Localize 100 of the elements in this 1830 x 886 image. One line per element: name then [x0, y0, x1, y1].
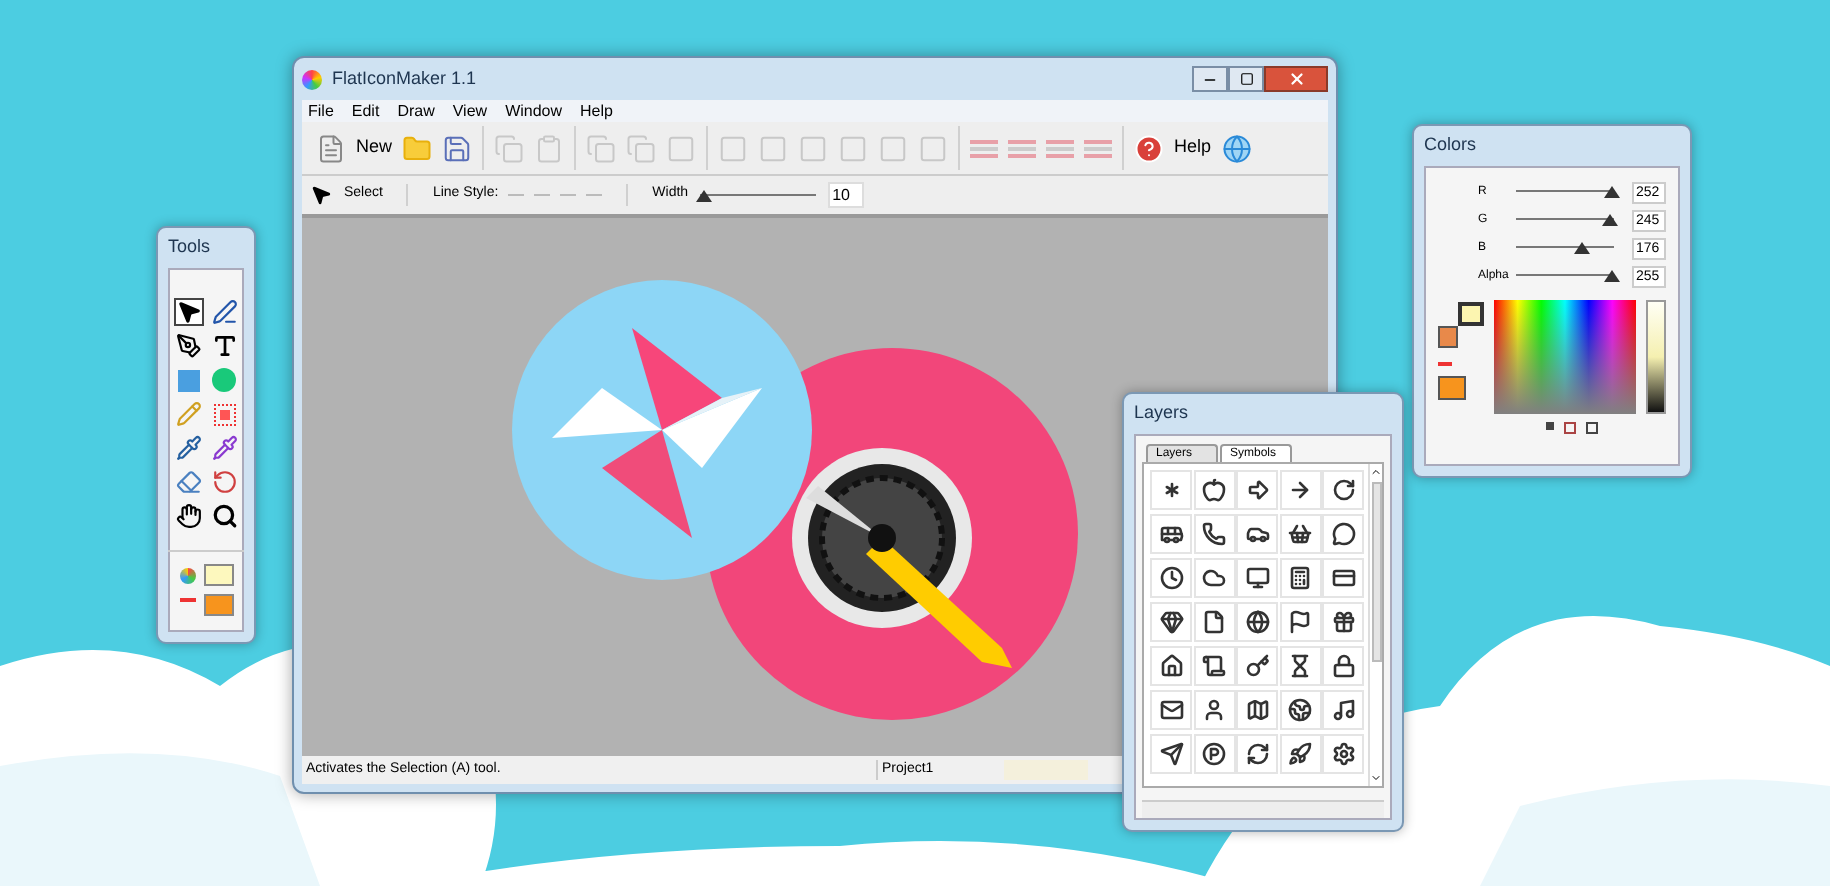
symbol-tile[interactable]: [1193, 734, 1236, 774]
rocket-icon: [1288, 742, 1313, 766]
symbol-tile[interactable]: [1322, 646, 1365, 686]
symbol-tile[interactable]: [1279, 470, 1322, 510]
clock-icon: [1159, 566, 1183, 590]
flag-icon: [1288, 610, 1313, 634]
tool-button[interactable]: [209, 502, 239, 530]
cloud-icon: [1202, 566, 1227, 590]
symbol-tile[interactable]: [1236, 602, 1279, 642]
menu-item[interactable]: Draw: [397, 99, 435, 123]
symbol-tile[interactable]: [1236, 514, 1279, 554]
symbol-tile[interactable]: [1236, 558, 1279, 598]
symbol-tile[interactable]: [1322, 602, 1365, 642]
symbol-tile[interactable]: [1279, 602, 1322, 642]
symbol-tile[interactable]: [1322, 734, 1365, 774]
toolbar-button[interactable]: [442, 133, 473, 163]
symbol-tile[interactable]: [1236, 690, 1279, 730]
symbol-tile[interactable]: [1322, 514, 1365, 554]
slider-track[interactable]: [1516, 184, 1614, 200]
symbol-tile[interactable]: [1193, 646, 1236, 686]
pointer-icon: [175, 298, 201, 326]
slider-thumb[interactable]: [1603, 186, 1619, 198]
maximize-button[interactable]: [1228, 66, 1264, 92]
slider-track[interactable]: [700, 187, 817, 203]
scrollbar[interactable]: [1368, 464, 1382, 786]
stripes-icon: [970, 139, 999, 157]
close-button[interactable]: [1264, 66, 1328, 92]
maximize-icon: [1239, 72, 1253, 86]
brightness-bar[interactable]: [1646, 300, 1666, 414]
symbol-tile[interactable]: [1322, 558, 1365, 598]
symbol-tile[interactable]: [1236, 470, 1279, 510]
symbol-tile[interactable]: [1150, 690, 1192, 730]
foreground-color-swatch[interactable]: [1458, 302, 1484, 326]
paper-plane-icon: [1159, 742, 1183, 766]
new-document-icon: [316, 133, 346, 163]
symbol-tile[interactable]: [1236, 734, 1279, 774]
menu-item[interactable]: View: [452, 99, 488, 123]
symbol-tile[interactable]: [1279, 558, 1322, 598]
tool-button[interactable]: [173, 502, 203, 530]
symbol-tile[interactable]: [1193, 602, 1236, 642]
color-swatch[interactable]: [203, 594, 233, 616]
symbol-tile[interactable]: [1150, 602, 1192, 642]
car-icon: [1245, 522, 1270, 546]
symbol-tile[interactable]: [1322, 470, 1365, 510]
slider-thumb[interactable]: [1603, 270, 1620, 282]
symbol-tile[interactable]: [1150, 514, 1192, 554]
arrow-icon: [1288, 478, 1313, 502]
symbol-tile[interactable]: [1193, 514, 1236, 554]
symbol-tile[interactable]: [1279, 734, 1322, 774]
bold-arrow-icon: [1245, 478, 1270, 502]
phone-icon: [1202, 522, 1227, 546]
toolbar-button[interactable]: [1221, 133, 1252, 163]
tool-button[interactable]: [209, 332, 239, 360]
slider-thumb[interactable]: [1574, 242, 1591, 254]
toolbar-button[interactable]: New: [316, 133, 393, 163]
menu-item[interactable]: Window: [505, 99, 563, 123]
menu-item[interactable]: File: [308, 99, 334, 123]
scroll-icon: [1202, 654, 1227, 678]
symbol-tile[interactable]: [1150, 470, 1192, 510]
symbol-tile[interactable]: [1279, 690, 1322, 730]
tool-button[interactable]: [173, 298, 203, 326]
color-spectrum[interactable]: [1494, 300, 1637, 414]
slider-thumb[interactable]: [695, 189, 712, 201]
scroll-down-icon[interactable]: [1370, 772, 1382, 784]
marquee-icon: [213, 403, 235, 425]
symbol-tile[interactable]: [1322, 690, 1365, 730]
gift-icon: [1331, 610, 1356, 634]
stripes-icon: [1046, 139, 1075, 157]
symbol-tile[interactable]: [1193, 558, 1236, 598]
symbol-tile[interactable]: [1193, 690, 1236, 730]
toolbar-button[interactable]: Help: [1134, 133, 1212, 163]
slider-track[interactable]: [1516, 240, 1614, 256]
symbol-tile[interactable]: [1236, 646, 1279, 686]
color-swatch[interactable]: [203, 564, 233, 586]
pointer-icon: [310, 184, 332, 206]
symbol-tile[interactable]: [1193, 470, 1236, 510]
fill-color-swatch[interactable]: [1438, 376, 1466, 400]
globe-icon: [1221, 133, 1252, 163]
scroll-up-icon[interactable]: [1370, 466, 1382, 478]
tool-button[interactable]: [173, 332, 203, 360]
minimize-button[interactable]: [1192, 66, 1228, 92]
symbol-tile[interactable]: [1279, 646, 1322, 686]
menu-item[interactable]: Help: [580, 99, 613, 123]
symbol-tile[interactable]: [1150, 646, 1192, 686]
width-input[interactable]: 10: [828, 182, 865, 208]
slider-track[interactable]: [1516, 268, 1614, 284]
stripes-icon: [1008, 139, 1037, 157]
symbol-tile[interactable]: [1279, 514, 1322, 554]
slider-track[interactable]: [1516, 212, 1614, 228]
slider-thumb[interactable]: [1601, 214, 1618, 226]
background-color-swatch[interactable]: [1438, 326, 1458, 348]
card-icon: [1331, 566, 1356, 590]
calculator-icon: [1288, 566, 1313, 590]
tool-button[interactable]: [209, 298, 239, 326]
symbol-tile[interactable]: [1150, 734, 1192, 774]
pen-nib-icon: [175, 332, 201, 360]
menu-item[interactable]: Edit: [351, 99, 380, 123]
align-icon: [798, 133, 829, 163]
symbol-tile[interactable]: [1150, 558, 1192, 598]
align-icon: [838, 133, 869, 163]
